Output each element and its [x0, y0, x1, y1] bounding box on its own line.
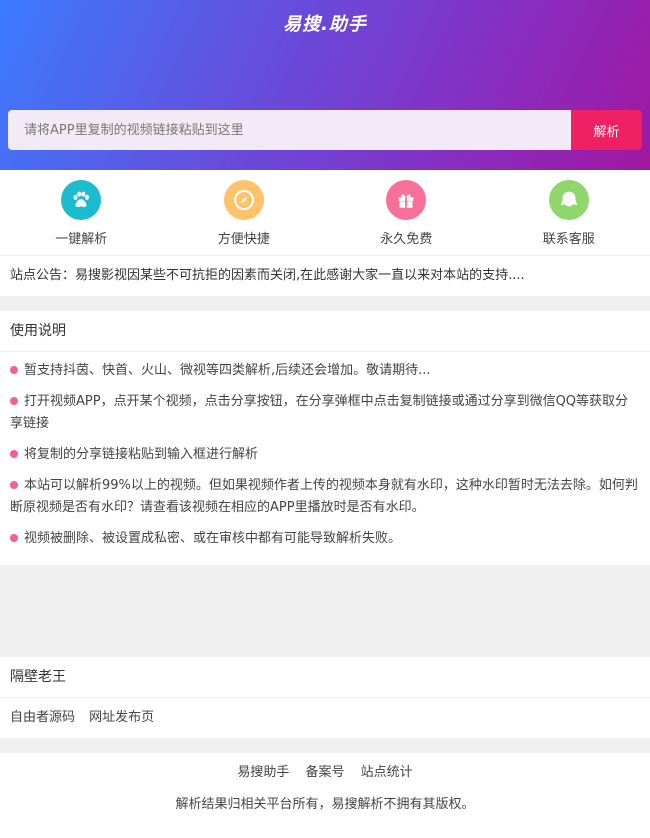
instruction-item: 将复制的分享链接粘贴到输入框进行解析	[10, 444, 640, 466]
feature-label: 永久免费	[380, 228, 432, 247]
bullet-dot	[10, 397, 18, 405]
feature-free: 永久免费	[325, 170, 488, 255]
instruction-item: 视频被删除、被设置成私密、或在审核中都有可能导致解析失败。	[10, 528, 640, 550]
bullet-dot	[10, 450, 18, 458]
search-bar: 解析	[8, 110, 642, 150]
copyright-text: 解析结果归相关平台所有，易搜解析不拥有其版权。	[0, 793, 650, 812]
feature-label[interactable]: 联系客服	[543, 228, 595, 247]
footer-link-icp[interactable]: 备案号	[305, 765, 344, 780]
footer-link-stats[interactable]: 站点统计	[361, 765, 413, 780]
section-gap	[0, 738, 650, 753]
section-gap	[0, 565, 650, 657]
link-url-publish[interactable]: 网址发布页	[89, 710, 154, 725]
feature-convenient: 方便快捷	[163, 170, 326, 255]
video-link-input[interactable]	[8, 110, 571, 150]
header-banner: 易搜.助手 解析	[0, 0, 650, 170]
footer: 易搜助手 备案号 站点统计 解析结果归相关平台所有，易搜解析不拥有其版权。	[0, 753, 650, 838]
instructions-card: 使用说明 暂支持抖茵、快首、火山、微视等四类解析,后续还会增加。敬请期待... …	[0, 311, 650, 565]
neighbor-links: 自由者源码 网址发布页	[0, 698, 650, 738]
feature-row: 一键解析 方便快捷 永久免费 联系客服	[0, 170, 650, 256]
feature-label: 方便快捷	[218, 228, 270, 247]
compass-icon	[224, 180, 264, 220]
instructions-list: 暂支持抖茵、快首、火山、微视等四类解析,后续还会增加。敬请期待... 打开视频A…	[0, 352, 650, 565]
neighbor-title: 隔壁老王	[0, 657, 650, 698]
instruction-item: 本站可以解析99%以上的视频。但如果视频作者上传的视频本身就有水印，这种水印暂时…	[10, 475, 640, 519]
feature-contact-support[interactable]: 联系客服	[488, 170, 650, 255]
neighbor-card: 隔壁老王 自由者源码 网址发布页	[0, 657, 650, 738]
site-logo[interactable]: 易搜.助手	[0, 10, 650, 36]
instruction-item: 打开视频APP，点开某个视频，点击分享按钮，在分享弹框中点击复制链接或通过分享到…	[10, 391, 640, 435]
bullet-dot	[10, 534, 18, 542]
bullet-dot	[10, 481, 18, 489]
instructions-title: 使用说明	[0, 311, 650, 352]
gift-icon	[386, 180, 426, 220]
section-gap	[0, 296, 650, 311]
feature-one-click-parse: 一键解析	[0, 170, 163, 255]
bullet-dot	[10, 366, 18, 374]
footer-links: 易搜助手 备案号 站点统计	[0, 763, 650, 783]
chat-bubble-icon[interactable]	[549, 180, 589, 220]
footer-link-home[interactable]: 易搜助手	[237, 765, 289, 780]
link-free-source[interactable]: 自由者源码	[10, 710, 75, 725]
paw-icon	[61, 180, 101, 220]
feature-label: 一键解析	[55, 228, 107, 247]
instruction-item: 暂支持抖茵、快首、火山、微视等四类解析,后续还会增加。敬请期待...	[10, 360, 640, 382]
parse-button[interactable]: 解析	[571, 110, 642, 150]
site-notice: 站点公告：易搜影视因某些不可抗拒的因素而关闭,在此感谢大家一直以来对本站的支持.…	[0, 256, 650, 296]
